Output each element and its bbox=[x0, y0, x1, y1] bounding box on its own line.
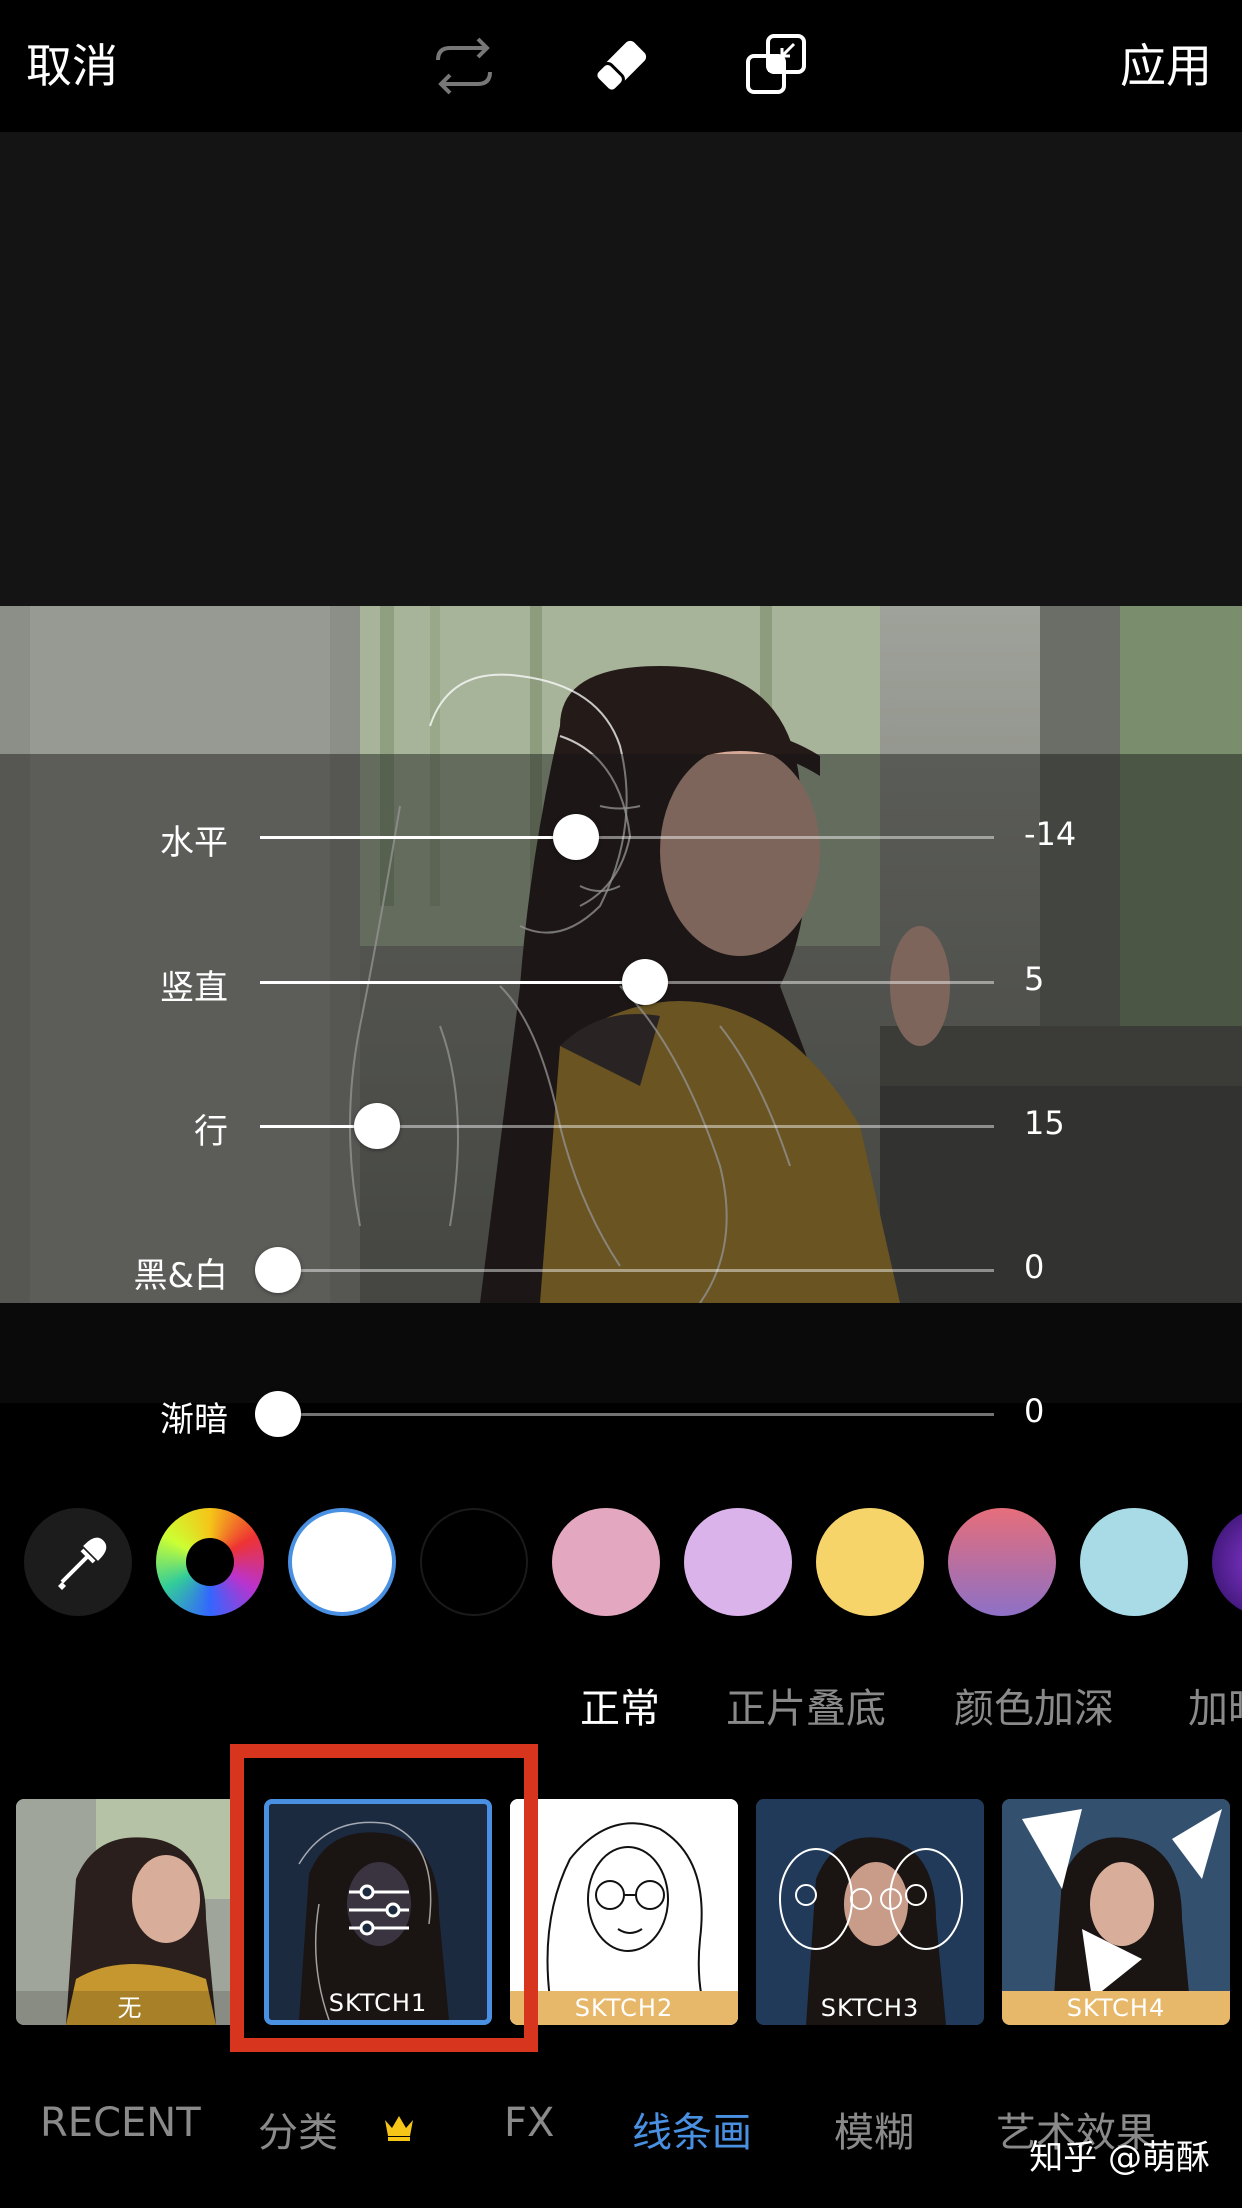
tab-blur[interactable]: 模糊 bbox=[834, 2100, 914, 2158]
light-blue-swatch[interactable] bbox=[1080, 1508, 1188, 1616]
crown-icon bbox=[382, 2112, 416, 2142]
tab-recent[interactable]: RECENT bbox=[40, 2100, 201, 2146]
slider-label: 黑&白 bbox=[133, 1256, 228, 1296]
slider-value: 0 bbox=[1024, 1248, 1045, 1286]
filter-none[interactable]: 无 bbox=[16, 1799, 244, 2025]
blend-mode-color-burn[interactable]: 颜色加深 bbox=[954, 1676, 1114, 1734]
white-swatch-selected[interactable] bbox=[288, 1508, 396, 1616]
slider-thumb[interactable] bbox=[255, 1247, 302, 1293]
slider-track[interactable] bbox=[255, 1391, 994, 1437]
slider-rows[interactable]: 行 15 bbox=[0, 1096, 1242, 1156]
slider-track[interactable] bbox=[255, 1247, 994, 1293]
swap-icon[interactable] bbox=[424, 26, 504, 106]
slider-vertical[interactable]: 竖直 5 bbox=[0, 952, 1242, 1012]
filter-sktch3[interactable]: SKTCH3 bbox=[756, 1799, 984, 2025]
filter-label: SKTCH4 bbox=[1066, 1994, 1166, 2022]
eyedropper-icon bbox=[58, 1537, 107, 1590]
slider-label: 竖直 bbox=[160, 968, 228, 1008]
slider-horizontal[interactable]: 水平 -14 bbox=[0, 807, 1242, 867]
slider-track[interactable] bbox=[260, 1103, 994, 1149]
slider-value: 5 bbox=[1024, 960, 1045, 998]
galaxy-swatch[interactable] bbox=[1212, 1508, 1242, 1616]
filter-label: 无 bbox=[16, 1991, 244, 2025]
filter-sktch4[interactable]: SKTCH4 bbox=[1002, 1799, 1230, 2025]
gradient-swatch[interactable] bbox=[948, 1508, 1056, 1616]
blend-mode-multiply[interactable]: 正片叠底 bbox=[726, 1676, 886, 1734]
slider-track[interactable] bbox=[260, 959, 994, 1005]
apply-button[interactable]: 应用 bbox=[1120, 36, 1212, 96]
slider-track[interactable] bbox=[260, 814, 994, 860]
slider-value: 0 bbox=[1024, 1392, 1045, 1430]
slider-thumb[interactable] bbox=[622, 959, 669, 1005]
slider-label: 水平 bbox=[160, 823, 228, 863]
filter-thumbnails: 无 SKTCH1 SKTCH2 SKTCH3 SKTCH4 bbox=[0, 1795, 1242, 2025]
slider-thumb[interactable] bbox=[354, 1103, 401, 1149]
tab-line-drawing[interactable]: 线条画 bbox=[632, 2100, 752, 2158]
selection-highlight-box bbox=[230, 1744, 538, 2052]
eyedropper-button[interactable] bbox=[24, 1508, 132, 1616]
slider-label: 渐暗 bbox=[160, 1400, 228, 1440]
slider-thumb[interactable] bbox=[552, 814, 599, 860]
slider-value: -14 bbox=[1024, 815, 1077, 853]
black-swatch[interactable] bbox=[420, 1508, 528, 1616]
tab-categories[interactable]: 分类 bbox=[258, 2100, 338, 2158]
color-wheel-swatch[interactable] bbox=[156, 1508, 264, 1616]
filter-label: SKTCH2 bbox=[574, 1994, 674, 2022]
slider-label: 行 bbox=[194, 1112, 228, 1152]
blend-mode-normal[interactable]: 正常 bbox=[580, 1676, 660, 1734]
eraser-icon-svg bbox=[594, 40, 647, 93]
slider-value: 15 bbox=[1024, 1104, 1065, 1142]
slider-fill bbox=[260, 981, 646, 984]
swap-icon-svg bbox=[436, 37, 492, 95]
top-bar: 取消 应用 bbox=[0, 0, 1242, 132]
slider-thumb[interactable] bbox=[255, 1391, 302, 1437]
tab-fx[interactable]: FX bbox=[504, 2100, 554, 2146]
eraser-icon[interactable] bbox=[581, 26, 661, 106]
filter-sktch2[interactable]: SKTCH2 bbox=[510, 1799, 738, 2025]
canvas-background bbox=[0, 132, 1242, 606]
color-swatches bbox=[0, 1508, 1242, 1620]
color-wheel-center bbox=[186, 1538, 234, 1586]
pink-swatch[interactable] bbox=[552, 1508, 660, 1616]
slider-fill bbox=[260, 836, 576, 839]
crown-icon-svg bbox=[385, 2116, 413, 2141]
compare-layers-icon-svg bbox=[746, 34, 806, 94]
slider-fade[interactable]: 渐暗 0 bbox=[0, 1384, 1242, 1444]
slider-black-white[interactable]: 黑&白 0 bbox=[0, 1240, 1242, 1300]
compare-layers-icon[interactable] bbox=[738, 26, 818, 106]
blend-mode-darken[interactable]: 加暗 bbox=[1188, 1676, 1242, 1734]
yellow-swatch[interactable] bbox=[816, 1508, 924, 1616]
watermark: 知乎 @萌酥 bbox=[1029, 2138, 1210, 2178]
cancel-button[interactable]: 取消 bbox=[26, 36, 118, 96]
filter-label: SKTCH3 bbox=[820, 1994, 920, 2022]
lavender-swatch[interactable] bbox=[684, 1508, 792, 1616]
